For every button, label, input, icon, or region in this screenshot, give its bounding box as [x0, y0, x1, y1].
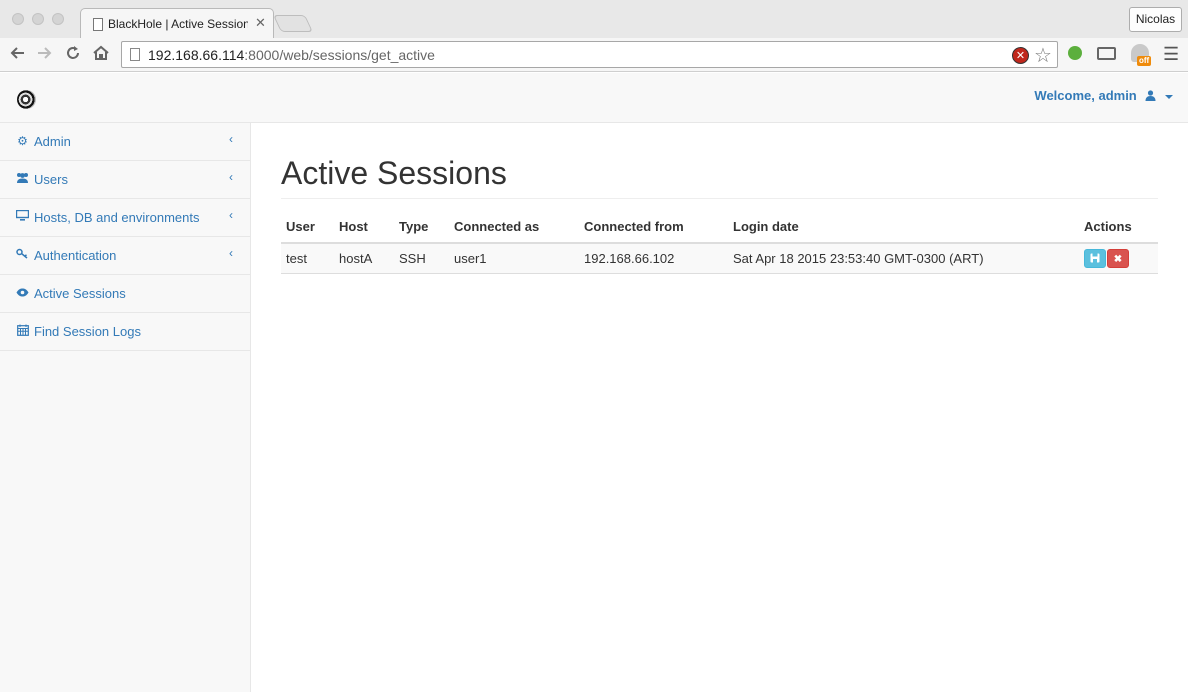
chevron-left-icon: ‹ [229, 170, 233, 184]
bookmark-star-icon[interactable]: ☆ [1034, 43, 1052, 68]
column-header-type: Type [394, 219, 449, 244]
eye-icon [16, 286, 29, 300]
desktop-icon [15, 209, 30, 224]
sidebar-item-find-session-logs[interactable]: Find Session Logs [0, 313, 250, 351]
tab-title: BlackHole | Active Sessions [108, 17, 248, 31]
column-header-host: Host [334, 219, 394, 244]
chevron-down-icon [1165, 94, 1173, 99]
cell-connected-as: user1 [449, 243, 579, 274]
sidebar-item-hosts[interactable]: Hosts, DB and environments ‹ [0, 199, 250, 237]
sidebar-item-label: Hosts, DB and environments [34, 210, 200, 225]
cell-actions: ✖ [1079, 243, 1158, 274]
sidebar-item-label: Users [34, 172, 68, 187]
users-icon [16, 172, 29, 186]
forward-icon[interactable] [36, 44, 54, 66]
sidebar-item-label: Authentication [34, 248, 117, 263]
table-row: test hostA SSH user1 192.168.66.102 Sat … [281, 243, 1158, 274]
menu-icon[interactable]: ☰ [1163, 44, 1179, 65]
app-header: Welcome, admin [0, 73, 1188, 123]
sidebar-item-authentication[interactable]: Authentication ‹ [0, 237, 250, 275]
window-close-button[interactable] [12, 13, 24, 25]
cell-host: hostA [334, 243, 394, 274]
column-header-login-date: Login date [728, 219, 1079, 244]
page-icon [130, 48, 140, 61]
extension-badge: off [1137, 56, 1152, 66]
url-text[interactable]: 192.168.66.114:8000/web/sessions/get_act… [148, 47, 435, 63]
tab-close-icon[interactable]: ✕ [255, 15, 266, 31]
sidebar-item-label: Admin [34, 134, 71, 149]
column-header-connected-from: Connected from [579, 219, 728, 244]
chevron-left-icon: ‹ [229, 208, 233, 222]
save-session-button[interactable] [1084, 248, 1106, 268]
sidebar-item-users[interactable]: Users ‹ [0, 161, 250, 199]
blocked-icon[interactable]: ✕ [1012, 47, 1029, 64]
save-icon [1090, 253, 1100, 263]
table-header-row: User Host Type Connected as Connected fr… [281, 219, 1158, 244]
sidebar-item-admin[interactable]: ⚙ Admin ‹ [0, 123, 250, 161]
profile-button[interactable]: Nicolas [1129, 7, 1182, 32]
chevron-left-icon: ‹ [229, 246, 233, 260]
reload-icon[interactable] [64, 44, 82, 66]
window-zoom-button[interactable] [52, 13, 64, 25]
welcome-text: Welcome, admin [1034, 88, 1137, 103]
active-sessions-table: User Host Type Connected as Connected fr… [281, 219, 1158, 274]
browser-toolbar: 192.168.66.114:8000/web/sessions/get_act… [0, 38, 1188, 72]
evernote-icon[interactable] [1068, 46, 1082, 60]
page-title: Active Sessions [281, 155, 507, 191]
column-header-connected-as: Connected as [449, 219, 579, 244]
cell-login-date: Sat Apr 18 2015 23:53:40 GMT-0300 (ART) [728, 243, 1079, 274]
back-icon[interactable] [8, 44, 26, 66]
kill-session-button[interactable]: ✖ [1107, 248, 1129, 268]
home-icon[interactable] [92, 44, 110, 66]
close-icon: ✖ [1113, 253, 1123, 265]
cell-type: SSH [394, 243, 449, 274]
new-tab-button[interactable] [273, 15, 313, 32]
column-header-user: User [281, 219, 334, 244]
column-header-actions: Actions [1079, 219, 1158, 244]
sidebar-item-label: Active Sessions [34, 286, 126, 301]
cogs-icon: ⚙ [17, 134, 28, 148]
cast-icon[interactable] [1097, 47, 1116, 60]
user-menu[interactable]: Welcome, admin [1034, 88, 1173, 103]
title-divider [281, 198, 1158, 199]
cell-user: test [281, 243, 334, 274]
page-icon [93, 18, 103, 31]
sidebar-item-label: Find Session Logs [34, 324, 141, 339]
blackhole-logo[interactable] [17, 90, 36, 109]
address-bar[interactable]: 192.168.66.114:8000/web/sessions/get_act… [121, 41, 1058, 68]
cell-connected-from: 192.168.66.102 [579, 243, 728, 274]
browser-titlebar: BlackHole | Active Sessions ✕ Nicolas [0, 0, 1188, 39]
user-icon [1145, 90, 1156, 101]
calendar-icon [16, 324, 29, 339]
chevron-left-icon: ‹ [229, 132, 233, 146]
browser-tab[interactable]: BlackHole | Active Sessions ✕ [80, 8, 274, 39]
window-minimize-button[interactable] [32, 13, 44, 25]
key-icon [16, 248, 29, 262]
sidebar: ⚙ Admin ‹ Users ‹ Hosts, DB and environm… [0, 123, 251, 692]
sidebar-item-active-sessions[interactable]: Active Sessions [0, 275, 250, 313]
